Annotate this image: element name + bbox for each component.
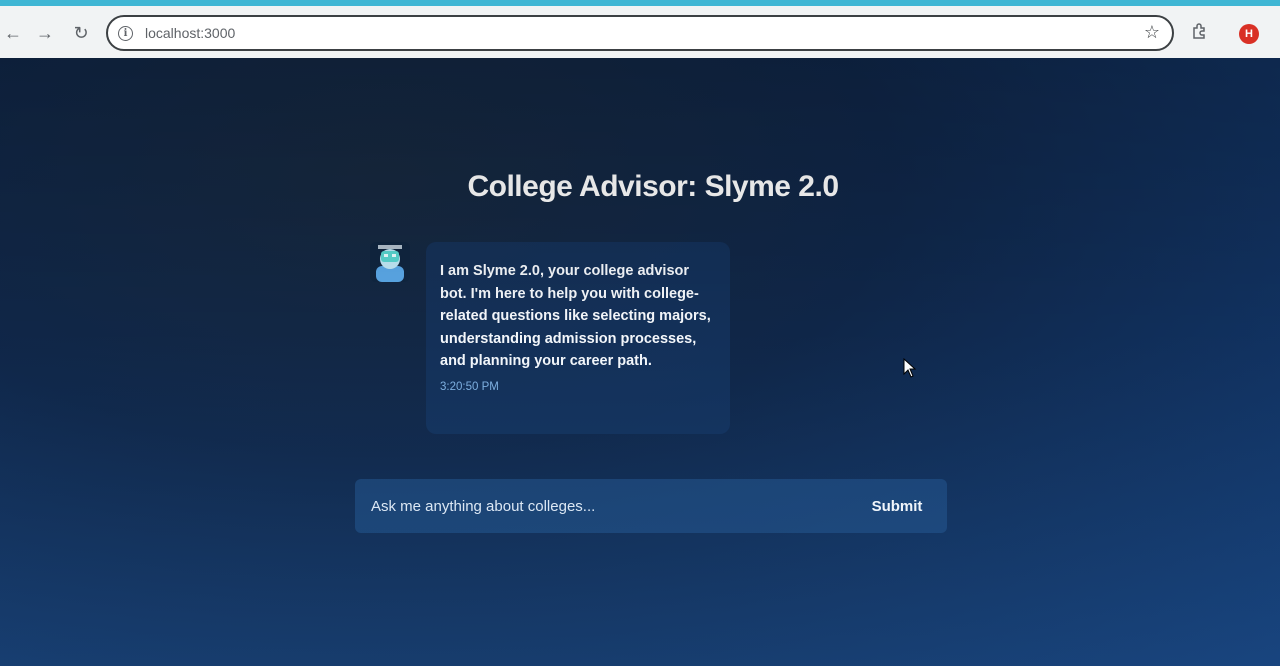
forward-icon[interactable]: → [32, 20, 58, 46]
profile-avatar[interactable]: H [1239, 24, 1259, 44]
bot-avatar-icon [370, 242, 410, 282]
message-timestamp: 3:20:50 PM [440, 380, 499, 393]
back-icon[interactable]: ← [0, 20, 26, 46]
submit-button[interactable]: Submit [857, 479, 937, 533]
chat-page: College Advisor: Slyme 2.0 I am Slyme 2.… [0, 58, 1280, 666]
chat-composer: Submit [355, 479, 947, 533]
reload-icon[interactable]: ↻ [68, 20, 94, 46]
message-bubble: I am Slyme 2.0, your college advisor bot… [426, 242, 730, 434]
address-url[interactable]: localhost:3000 [145, 25, 235, 41]
bookmark-star-icon[interactable]: ☆ [1144, 22, 1160, 43]
browser-toolbar: ← → ↻ i localhost:3000 ☆ H [0, 0, 1280, 58]
page-title: College Advisor: Slyme 2.0 [467, 170, 839, 203]
address-bar[interactable]: i localhost:3000 ☆ [106, 15, 1174, 51]
mouse-cursor-icon [903, 358, 917, 378]
extensions-icon[interactable] [1186, 22, 1212, 48]
question-input[interactable] [371, 497, 857, 515]
message-text: I am Slyme 2.0, your college advisor bot… [440, 263, 711, 370]
site-info-icon[interactable]: i [118, 25, 133, 41]
